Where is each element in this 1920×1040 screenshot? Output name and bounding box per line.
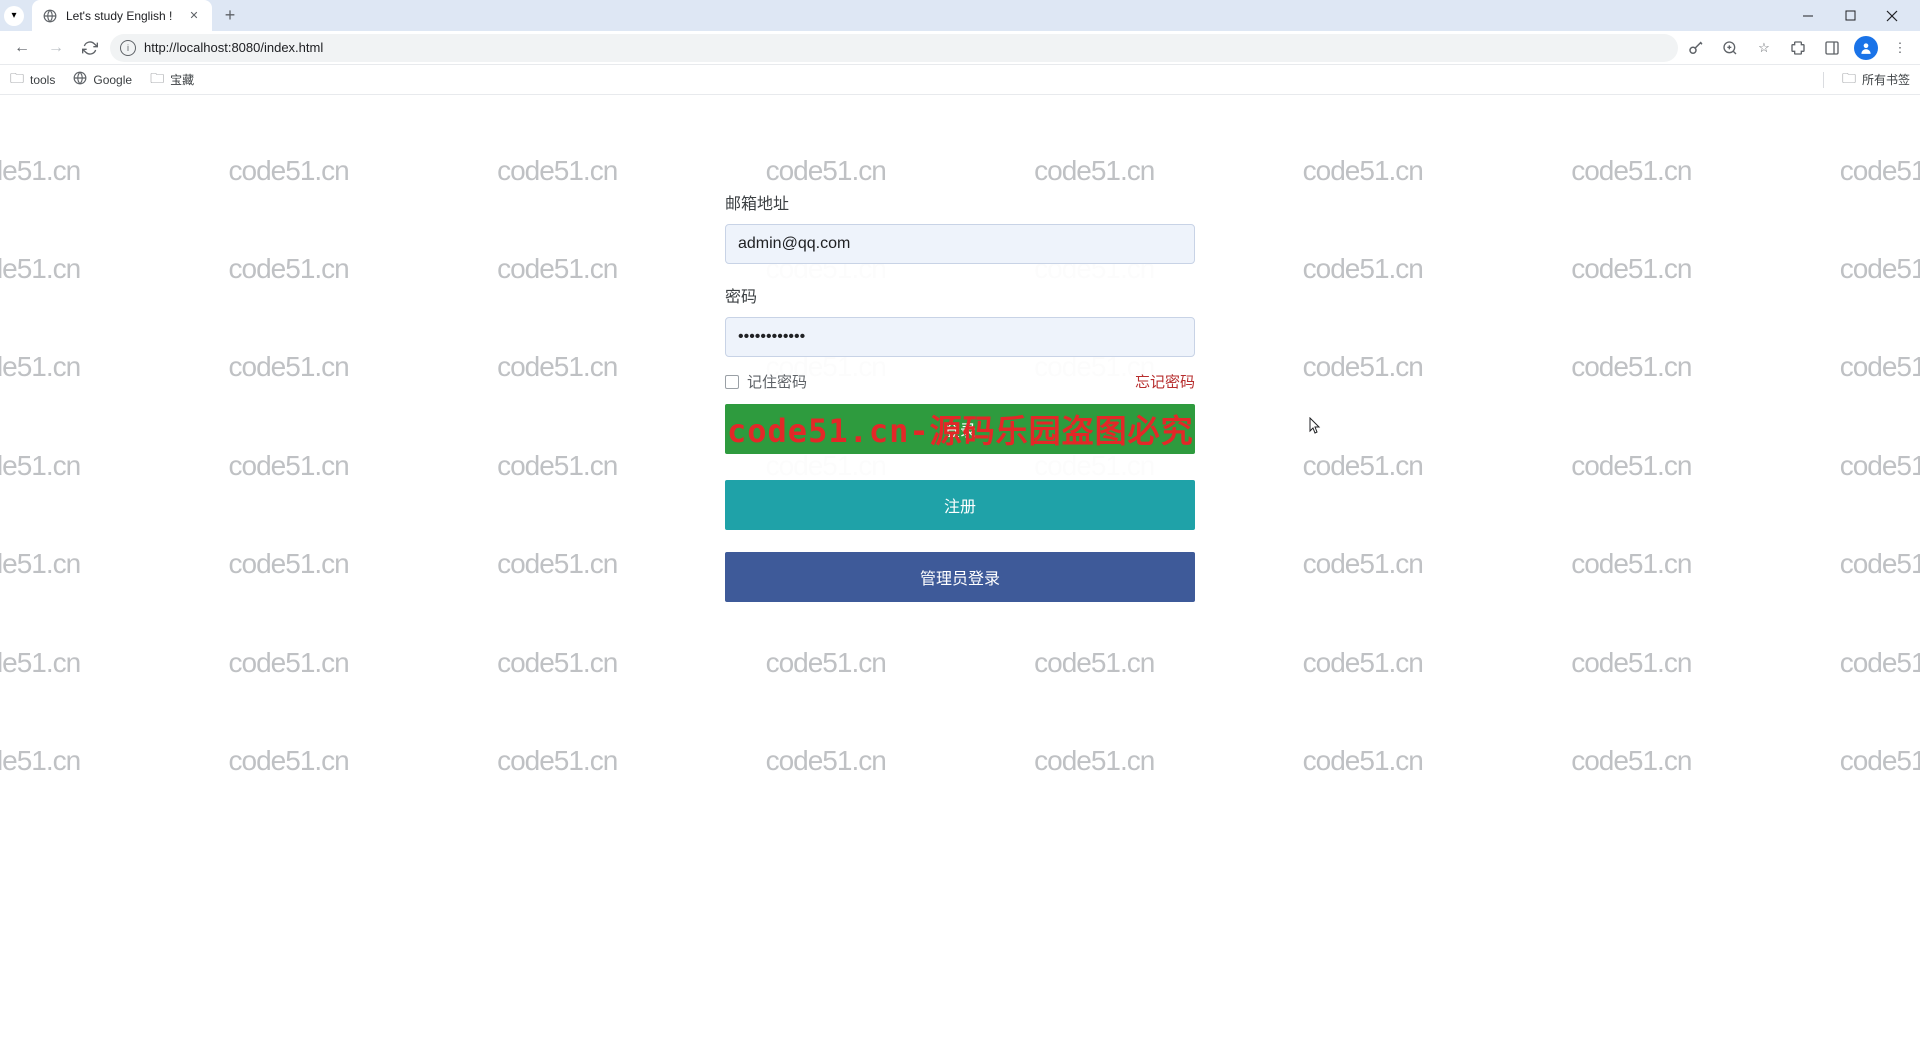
password-field[interactable] [725,317,1195,357]
tab-search-button[interactable]: ▾ [4,6,24,26]
address-bar: ← → i http://localhost:8080/index.html ☆… [0,31,1920,65]
password-label: 密码 [725,283,1195,307]
menu-dots-icon[interactable]: ⋮ [1888,36,1912,60]
remember-checkbox[interactable] [725,375,739,389]
bookmarks-bar: 🗀 tools Google 🗀 宝藏 🗀 所有书签 [0,65,1920,95]
site-info-icon[interactable]: i [120,40,136,56]
folder-icon: 🗀 [1842,68,1856,92]
profile-avatar[interactable] [1854,36,1878,60]
login-button[interactable]: 登录 code51.cn-源码乐园盗图必究 [725,404,1195,454]
folder-icon: 🗀 [10,68,24,92]
back-button[interactable]: ← [8,34,36,62]
globe-icon [42,8,58,24]
remember-label: 记住密码 [747,371,807,392]
url-text: http://localhost:8080/index.html [144,40,1668,55]
bookmark-tools[interactable]: 🗀 tools [10,68,55,92]
all-bookmarks-label: 所有书签 [1862,71,1910,88]
login-form: 邮箱地址 密码 记住密码 忘记密码 登录 code51.cn-源码乐园盗图必究 … [700,185,1220,645]
bookmark-treasure[interactable]: 🗀 宝藏 [150,68,194,92]
url-input[interactable]: i http://localhost:8080/index.html [110,34,1678,62]
page-viewport: code51.cncode51.cncode51.cncode51.cncode… [0,95,1920,1040]
watermark-overlay-text: code51.cn-源码乐园盗图必究 [725,404,1195,454]
email-label: 邮箱地址 [725,190,1195,214]
register-button-label: 注册 [944,493,976,517]
active-tab[interactable]: Let's study English ! ✕ [32,0,212,31]
register-button[interactable]: 注册 [725,480,1195,530]
side-panel-icon[interactable] [1820,36,1844,60]
zoom-icon[interactable] [1718,36,1742,60]
email-field[interactable] [725,224,1195,264]
cursor-icon [1305,417,1321,442]
bookmark-label: tools [30,73,55,87]
admin-login-button[interactable]: 管理员登录 [725,552,1195,602]
all-bookmarks-button[interactable]: 🗀 所有书签 [1842,68,1910,92]
bookmark-label: 宝藏 [170,71,194,88]
folder-icon: 🗀 [150,68,164,92]
bookmark-google[interactable]: Google [73,71,132,88]
new-tab-button[interactable]: + [216,2,244,30]
bookmark-label: Google [93,73,132,87]
reload-button[interactable] [76,34,104,62]
forward-button[interactable]: → [42,34,70,62]
extensions-icon[interactable] [1786,36,1810,60]
options-row: 记住密码 忘记密码 [725,371,1195,392]
password-key-icon[interactable] [1684,36,1708,60]
close-tab-icon[interactable]: ✕ [186,8,202,24]
tab-strip: ▾ Let's study English ! ✕ + [0,0,1920,31]
tab-title: Let's study English ! [66,9,178,23]
globe-icon [73,71,87,88]
bookmark-star-icon[interactable]: ☆ [1752,36,1776,60]
maximize-button[interactable] [1838,4,1862,28]
forgot-password-link[interactable]: 忘记密码 [1135,371,1195,392]
close-window-button[interactable] [1880,4,1904,28]
admin-login-label: 管理员登录 [920,565,1000,589]
minimize-button[interactable] [1796,4,1820,28]
